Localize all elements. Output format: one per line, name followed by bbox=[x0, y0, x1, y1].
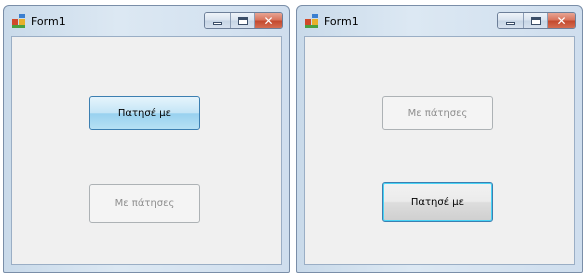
pressed-button: Με πάτησες bbox=[382, 96, 493, 130]
maximize-icon bbox=[238, 17, 248, 25]
minimize-icon bbox=[213, 22, 222, 25]
title-bar[interactable]: Form1 ✕ bbox=[297, 6, 582, 36]
window-controls: ✕ bbox=[204, 12, 283, 29]
form-window-1: Form1 ✕ Πατησέ με Με πάτησες bbox=[3, 5, 290, 273]
close-icon: ✕ bbox=[556, 14, 567, 28]
title-bar[interactable]: Form1 ✕ bbox=[4, 6, 289, 36]
press-me-button[interactable]: Πατησέ με bbox=[382, 182, 493, 222]
client-area: Με πάτησες Πατησέ με bbox=[304, 36, 575, 265]
form-app-icon bbox=[305, 14, 318, 28]
window-title: Form1 bbox=[324, 15, 359, 28]
maximize-button[interactable] bbox=[524, 13, 548, 28]
window-controls: ✕ bbox=[497, 12, 576, 29]
minimize-button[interactable] bbox=[498, 13, 524, 28]
pressed-button: Με πάτησες bbox=[89, 184, 200, 223]
minimize-icon bbox=[506, 22, 515, 25]
press-me-button[interactable]: Πατησέ με bbox=[89, 96, 200, 130]
client-area: Πατησέ με Με πάτησες bbox=[11, 36, 282, 265]
close-button[interactable]: ✕ bbox=[255, 13, 282, 28]
window-title: Form1 bbox=[31, 15, 66, 28]
minimize-button[interactable] bbox=[205, 13, 231, 28]
form-window-2: Form1 ✕ Με πάτησες Πατησέ με bbox=[296, 5, 583, 273]
maximize-icon bbox=[531, 17, 541, 25]
close-icon: ✕ bbox=[263, 14, 274, 28]
close-button[interactable]: ✕ bbox=[548, 13, 575, 28]
maximize-button[interactable] bbox=[231, 13, 255, 28]
form-app-icon bbox=[12, 14, 25, 28]
